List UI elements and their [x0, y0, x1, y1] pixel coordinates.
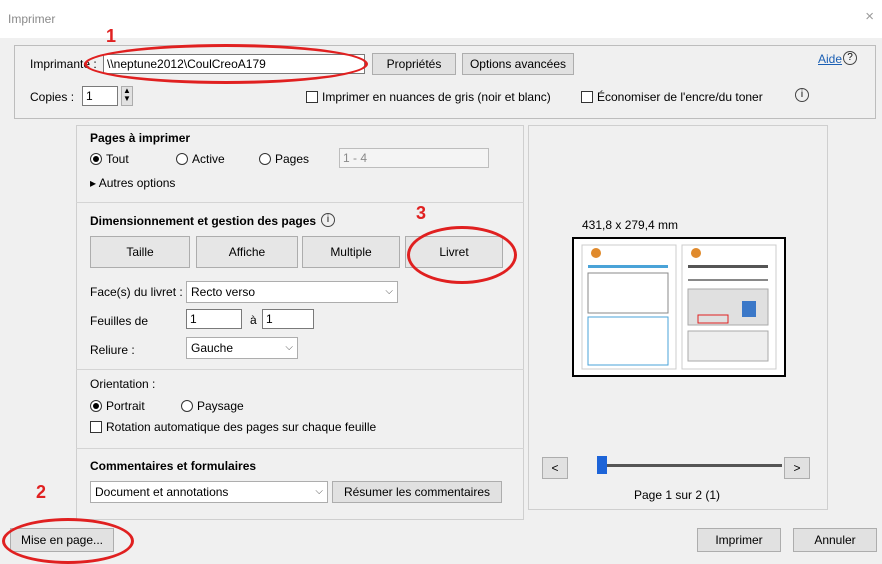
save-ink-label: Économiser de l'encre/du toner [597, 90, 763, 104]
sizing-header: Dimensionnement et gestion des pages [90, 214, 317, 228]
copies-input[interactable]: 1 [82, 86, 118, 106]
sizing-info-icon[interactable]: i [321, 213, 335, 227]
divider [76, 448, 524, 449]
print-button[interactable]: Imprimer [697, 528, 781, 552]
radio-pages[interactable] [259, 153, 271, 165]
multiple-button[interactable]: Multiple [302, 236, 400, 268]
sheets-label: Feuilles de [90, 314, 149, 328]
radio-landscape-label: Paysage [197, 399, 244, 413]
page-indicator: Page 1 sur 2 (1) [634, 488, 721, 502]
annotation-circle-2 [2, 518, 134, 564]
preview-page [572, 237, 786, 377]
properties-button[interactable]: Propriétés [372, 53, 456, 75]
comments-header: Commentaires et formulaires [90, 459, 257, 473]
page-slider-track[interactable] [598, 464, 782, 467]
radio-portrait-label: Portrait [106, 399, 145, 413]
divider [76, 369, 524, 370]
radio-portrait[interactable] [90, 400, 102, 412]
comments-select[interactable]: Document et annotations ⌵ [90, 481, 328, 503]
grayscale-checkbox[interactable] [306, 91, 318, 103]
sheets-to-input[interactable]: 1 [262, 309, 314, 329]
poster-button[interactable]: Affiche [196, 236, 298, 268]
annotation-circle-1 [84, 44, 368, 84]
pages-header: Pages à imprimer [90, 131, 191, 145]
size-button[interactable]: Taille [90, 236, 190, 268]
summarize-comments-button[interactable]: Résumer les commentaires [332, 481, 502, 503]
sheets-from-input[interactable]: 1 [186, 309, 242, 329]
close-icon[interactable]: × [865, 8, 874, 25]
grayscale-label: Imprimer en nuances de gris (noir et bla… [322, 90, 551, 104]
annotation-number-2: 2 [36, 482, 47, 502]
radio-all-label: Tout [106, 152, 129, 166]
help-icon[interactable]: ? [843, 51, 857, 65]
auto-rotate-label: Rotation automatique des pages sur chaqu… [106, 420, 377, 434]
orientation-header: Orientation : [90, 377, 156, 391]
preview-thumbnail [581, 244, 777, 370]
advanced-options-button[interactable]: Options avancées [462, 53, 574, 75]
binding-select[interactable]: Gauche ⌵ [186, 337, 298, 359]
binding-label: Reliure : [90, 343, 135, 357]
pages-range-input[interactable]: 1 - 4 [339, 148, 489, 168]
radio-current-label: Active [192, 152, 225, 166]
auto-rotate-checkbox[interactable] [90, 421, 102, 433]
prev-page-button[interactable]: < [542, 457, 568, 479]
divider [76, 202, 524, 203]
info-icon[interactable]: i [795, 88, 809, 102]
page-slider-thumb[interactable] [597, 456, 607, 474]
annotation-number-3: 3 [416, 203, 427, 223]
radio-pages-label: Pages [275, 152, 310, 166]
help-link[interactable]: Aide [818, 52, 842, 66]
sides-label: Face(s) du livret : [90, 285, 183, 299]
radio-all[interactable] [90, 153, 102, 165]
save-ink-checkbox[interactable] [581, 91, 593, 103]
paper-size-label: 431,8 x 279,4 mm [582, 218, 679, 232]
sides-select[interactable]: Recto verso ⌵ [186, 281, 398, 303]
next-page-button[interactable]: > [784, 457, 810, 479]
radio-landscape[interactable] [181, 400, 193, 412]
copies-label: Copies : [30, 90, 75, 104]
window-title: Imprimer [8, 12, 56, 26]
title-bar [0, 0, 882, 38]
more-options-toggle[interactable]: ▸ Autres options [90, 176, 175, 190]
cancel-button[interactable]: Annuler [793, 528, 877, 552]
sheets-to-label: à [250, 313, 257, 327]
annotation-circle-3 [407, 226, 517, 284]
radio-current[interactable] [176, 153, 188, 165]
annotation-number-1: 1 [106, 26, 117, 46]
copies-stepper[interactable]: ▲ ▼ [121, 86, 133, 106]
